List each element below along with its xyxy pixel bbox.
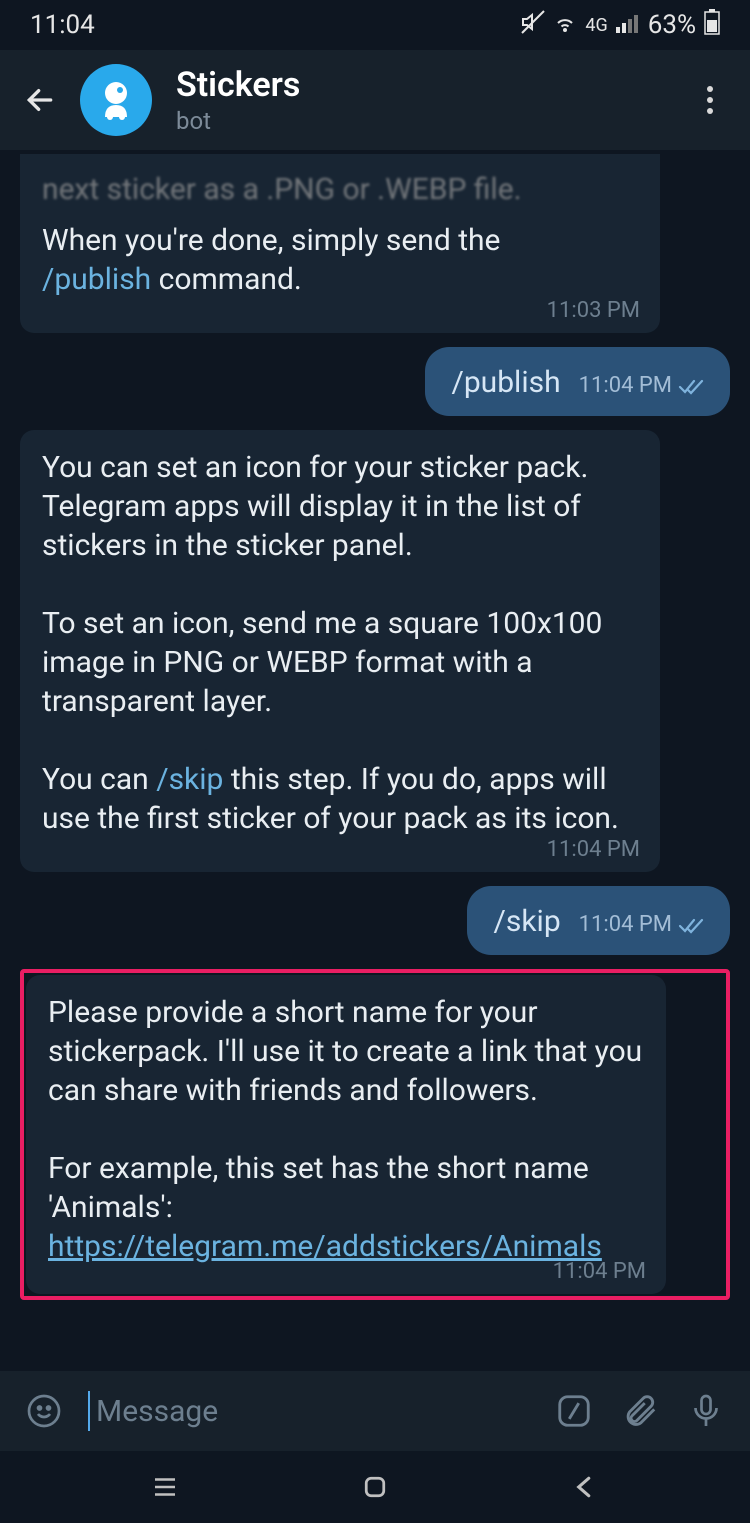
- system-nav-bar: [0, 1451, 750, 1523]
- message-time: 11:04 PM: [553, 1259, 646, 1284]
- highlighted-region: Please provide a short name for your sti…: [20, 969, 730, 1300]
- nav-recents-button[interactable]: [135, 1467, 195, 1507]
- back-button[interactable]: [20, 80, 60, 120]
- read-checks-icon: [678, 916, 704, 934]
- message-time: 11:04 PM: [579, 912, 704, 937]
- message-input-bar: Message: [0, 1371, 750, 1451]
- signal-icon: [616, 10, 640, 40]
- message-text-cutoff: next sticker as a .PNG or .WEBP file.: [42, 172, 638, 207]
- more-options-button[interactable]: [690, 86, 730, 114]
- text-cursor: [88, 1391, 90, 1431]
- chat-area[interactable]: next sticker as a .PNG or .WEBP file. Wh…: [0, 150, 750, 1300]
- command-link[interactable]: /skip: [156, 762, 223, 797]
- wifi-icon: [553, 10, 577, 41]
- incoming-message[interactable]: You can set an icon for your sticker pac…: [20, 430, 660, 872]
- attach-button[interactable]: [618, 1389, 662, 1433]
- network-type: 4G: [585, 15, 607, 36]
- message-text: /publish: [451, 363, 560, 402]
- status-bar: 11:04 4G 63%: [0, 0, 750, 50]
- input-placeholder: Message: [96, 1394, 218, 1429]
- mic-button[interactable]: [684, 1389, 728, 1433]
- read-checks-icon: [678, 377, 704, 395]
- emoji-button[interactable]: [22, 1389, 66, 1433]
- chat-header: Stickers bot: [0, 50, 750, 150]
- message-text: Please provide a short name for your sti…: [48, 993, 644, 1266]
- status-time: 11:04: [30, 10, 95, 40]
- message-input[interactable]: Message: [88, 1391, 530, 1431]
- avatar[interactable]: [80, 64, 152, 136]
- url-link[interactable]: https://telegram.me/addstickers/Animals: [48, 1229, 602, 1264]
- incoming-message[interactable]: Please provide a short name for your sti…: [26, 975, 666, 1294]
- message-time: 11:04 PM: [547, 837, 640, 862]
- slash-command-button[interactable]: [552, 1389, 596, 1433]
- battery-icon: [704, 9, 720, 42]
- nav-back-button[interactable]: [555, 1467, 615, 1507]
- incoming-message[interactable]: next sticker as a .PNG or .WEBP file. Wh…: [20, 154, 660, 333]
- command-link[interactable]: /publish: [42, 262, 151, 297]
- message-time: 11:04 PM: [579, 373, 704, 398]
- chat-title: Stickers: [176, 65, 670, 105]
- message-text: You can set an icon for your sticker pac…: [42, 448, 638, 838]
- message-time: 11:03 PM: [547, 298, 640, 323]
- nav-home-button[interactable]: [345, 1467, 405, 1507]
- status-right: 4G 63%: [521, 9, 720, 42]
- outgoing-message[interactable]: /skip 11:04 PM: [467, 886, 730, 955]
- chat-subtitle: bot: [176, 107, 670, 135]
- mute-icon: [521, 10, 545, 41]
- outgoing-message[interactable]: /publish 11:04 PM: [425, 347, 730, 416]
- message-text: /skip: [493, 902, 560, 941]
- header-title-area[interactable]: Stickers bot: [172, 65, 670, 135]
- battery-pct: 63%: [648, 10, 696, 40]
